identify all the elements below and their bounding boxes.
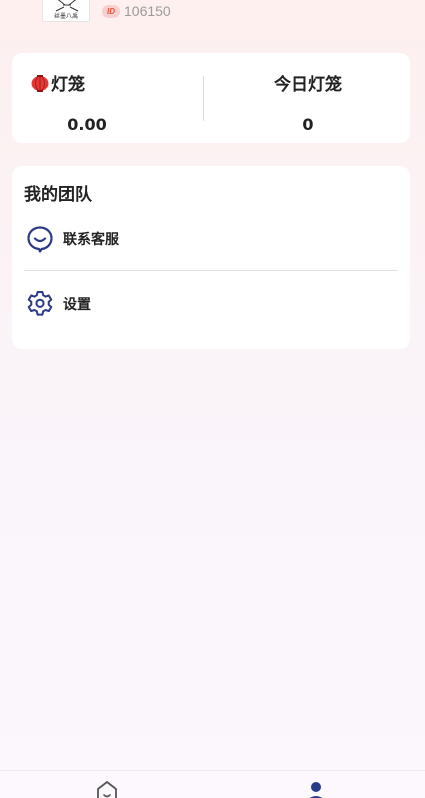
user-icon <box>309 782 323 798</box>
menu-divider <box>24 270 398 271</box>
lantern-label: 灯笼 <box>51 75 85 95</box>
stats-card: 灯笼 0.00 今日灯笼 0 <box>12 53 410 143</box>
team-card: 我的团队 联系客服 设置 <box>12 166 410 349</box>
menu-item-label: 设置 <box>63 297 91 313</box>
team-title[interactable]: 我的团队 <box>24 180 92 205</box>
stats-divider <box>203 76 204 121</box>
menu-item-label: 联系客服 <box>63 232 119 248</box>
menu-item-settings[interactable]: 设置 <box>12 279 410 329</box>
lantern-icon <box>31 74 49 92</box>
id-badge: ID <box>102 5 120 18</box>
today-lantern-value: 0 <box>302 115 314 134</box>
home-icon <box>97 781 117 798</box>
today-lantern-stat[interactable]: 今日灯笼 0 <box>206 53 410 143</box>
avatar[interactable]: 丝墨八禹 <box>42 0 90 22</box>
lantern-stat[interactable]: 灯笼 0.00 <box>12 53 192 143</box>
profile-header: 丝墨八禹 ID 106150 <box>0 0 425 30</box>
menu-item-customer-service[interactable]: 联系客服 <box>12 214 410 264</box>
bottom-tab-bar <box>0 770 425 798</box>
gear-icon <box>27 291 53 316</box>
today-lantern-label: 今日灯笼 <box>274 75 342 95</box>
lantern-value: 0.00 <box>67 115 107 134</box>
user-id: 106150 <box>124 3 171 19</box>
lantern-stat-title: 灯笼 <box>30 70 192 95</box>
tab-mine[interactable] <box>303 779 329 798</box>
avatar-caption: 丝墨八禹 <box>53 13 78 20</box>
tab-home[interactable] <box>94 779 120 798</box>
customer-service-icon <box>27 226 53 253</box>
